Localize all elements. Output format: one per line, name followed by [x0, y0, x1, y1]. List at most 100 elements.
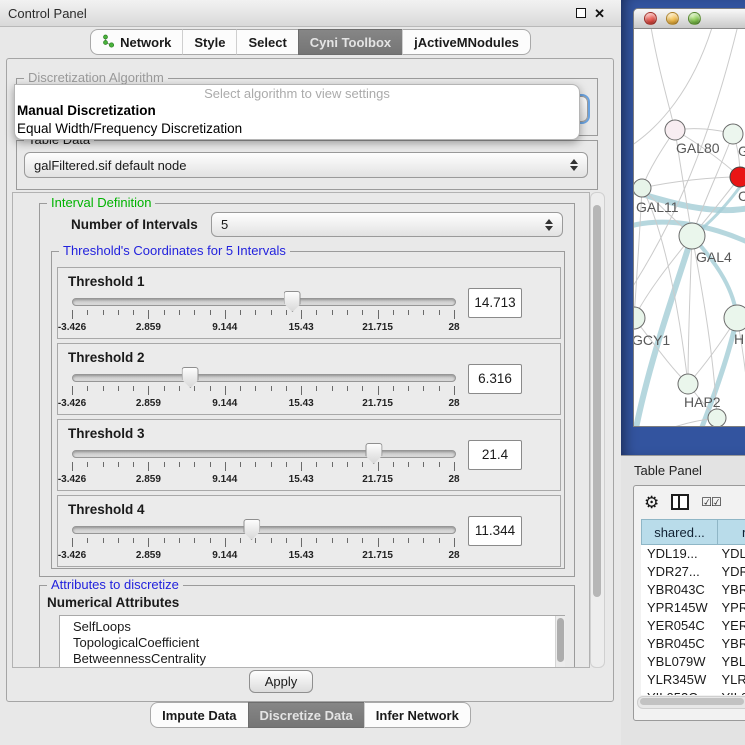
- close-icon[interactable]: ✕: [594, 7, 605, 20]
- numerical-attributes-label: Numerical Attributes: [47, 595, 179, 610]
- threshold-2-value-field[interactable]: 6.316: [468, 364, 522, 394]
- threshold-4-slider-thumb[interactable]: [243, 519, 260, 540]
- column-header-name[interactable]: na: [718, 519, 745, 545]
- panel-title: Control Panel: [0, 6, 87, 21]
- top-tab-bar: NetworkStyleSelectCyni ToolboxjActiveMNo…: [0, 29, 621, 55]
- table-panel-title: Table Panel: [634, 463, 702, 478]
- table-row[interactable]: YER054CYER0: [641, 617, 745, 635]
- network-icon: [102, 34, 115, 51]
- tab-cyni-toolbox[interactable]: Cyni Toolbox: [298, 29, 402, 55]
- threshold-3-slider-thumb[interactable]: [365, 443, 382, 464]
- threshold-1-panel: Threshold 1 -3.4262.8599.14415.4321.71528…: [57, 267, 561, 339]
- number-of-intervals-value: 5: [221, 217, 228, 232]
- network-node[interactable]: [665, 120, 685, 140]
- network-node[interactable]: [724, 305, 745, 331]
- table-row[interactable]: YBL079WYBL0: [641, 653, 745, 671]
- threshold-4-slider-scale: -3.4262.8599.14415.4321.71528: [72, 538, 454, 564]
- attribute-item-betweennesscentrality[interactable]: BetweennessCentrality: [60, 651, 564, 667]
- node-label: GA: [738, 143, 745, 159]
- threshold-2-slider-scale: -3.4262.8599.14415.4321.71528: [72, 386, 454, 412]
- threshold-2-panel: Threshold 2 -3.4262.8599.14415.4321.71528…: [57, 343, 561, 415]
- threshold-1-value-field[interactable]: 14.713: [468, 288, 522, 318]
- number-of-intervals-dropdown[interactable]: 5: [211, 212, 563, 237]
- attribute-item-selfloops[interactable]: SelfLoops: [60, 619, 564, 635]
- table-rows: YDL19...YDL1YDR27...YDR2YBR043CYBR0YPR14…: [641, 545, 745, 695]
- threshold-1-slider-track[interactable]: [72, 298, 456, 306]
- network-node[interactable]: [679, 223, 705, 249]
- table-row[interactable]: YBR045CYBR0: [641, 635, 745, 653]
- threshold-2-label: Threshold 2: [68, 350, 145, 365]
- node-label: GAL11: [636, 199, 679, 215]
- apply-button[interactable]: Apply: [249, 670, 313, 693]
- dropdown-option-manual-discretization[interactable]: Manual Discretization: [15, 102, 579, 120]
- node-label: GCY1: [634, 332, 670, 348]
- float-window-icon[interactable]: [576, 8, 586, 18]
- network-canvas[interactable]: GAL80GACGAL11GAL4GCY1HHAP2: [634, 29, 745, 426]
- table-data-value: galFiltered.sif default node: [34, 158, 186, 173]
- threshold-3-slider-scale: -3.4262.8599.14415.4321.71528: [72, 462, 454, 488]
- attributes-legend: Attributes to discretize: [47, 577, 183, 592]
- table-row[interactable]: YLR345WYLR3: [641, 671, 745, 689]
- network-node[interactable]: [634, 307, 645, 329]
- network-view-window[interactable]: GAL80GACGAL11GAL4GCY1HHAP2: [633, 8, 745, 427]
- column-header-shared[interactable]: shared...: [641, 519, 718, 545]
- tab-select[interactable]: Select: [236, 29, 297, 55]
- panel-scrollbar[interactable]: [590, 192, 605, 668]
- table-row[interactable]: YIL052CYIL0: [641, 689, 745, 695]
- threshold-3-slider-track[interactable]: [72, 450, 456, 458]
- threshold-3-label: Threshold 3: [68, 426, 145, 441]
- tab-impute-data[interactable]: Impute Data: [150, 702, 247, 728]
- dropdown-option-equal-width-frequency[interactable]: Equal Width/Frequency Discretization: [15, 120, 579, 138]
- threshold-2-slider-thumb[interactable]: [182, 367, 199, 388]
- network-node[interactable]: [708, 409, 726, 426]
- tab-style[interactable]: Style: [182, 29, 236, 55]
- table-row[interactable]: YPR145WYPR1: [641, 599, 745, 617]
- node-label: C: [738, 188, 745, 204]
- node-label: GAL4: [696, 249, 732, 265]
- screen: Control Panel ✕ NetworkStyleSelectCyni T…: [0, 0, 745, 745]
- desktop-background: GAL80GACGAL11GAL4GCY1HHAP2: [621, 0, 745, 455]
- bottom-tab-bar: Impute DataDiscretize DataInfer Network: [0, 702, 621, 728]
- scroll-viewport: Interval Definition Number of Intervals …: [12, 192, 590, 668]
- network-window-titlebar: [634, 9, 745, 29]
- interval-definition-legend: Interval Definition: [47, 195, 155, 210]
- threshold-4-slider-track[interactable]: [72, 526, 456, 534]
- network-node[interactable]: [634, 179, 651, 197]
- attributes-list-scrollbar[interactable]: [555, 616, 565, 668]
- table-horizontal-scrollbar[interactable]: [637, 696, 745, 709]
- node-label: GAL80: [676, 140, 720, 156]
- control-panel-titlebar: Control Panel ✕: [0, 0, 621, 27]
- table-row[interactable]: YDL19...YDL1: [641, 545, 745, 563]
- numerical-attributes-list[interactable]: SelfLoopsTopologicalCoefficientBetweenne…: [59, 615, 565, 668]
- columns-icon[interactable]: [671, 494, 689, 510]
- threshold-3-value-field[interactable]: 21.4: [468, 440, 522, 470]
- table-panel-body: ⚙ ☑☑ shared... na YDL19...YDL1YDR27...YD…: [633, 485, 745, 721]
- tab-network[interactable]: Network: [90, 29, 182, 55]
- table-row[interactable]: YDR27...YDR2: [641, 563, 745, 581]
- minimize-traffic-light-icon[interactable]: [666, 12, 679, 25]
- threshold-1-slider-scale: -3.4262.8599.14415.4321.71528: [72, 310, 454, 336]
- tab-jactivemnodules[interactable]: jActiveMNodules: [402, 29, 531, 55]
- network-node[interactable]: [678, 374, 698, 394]
- table-row[interactable]: YBR043CYBR0: [641, 581, 745, 599]
- select-columns-checkboxes-icon[interactable]: ☑☑: [701, 495, 721, 509]
- tab-infer-network[interactable]: Infer Network: [364, 702, 471, 728]
- dropdown-arrows-icon: [545, 219, 553, 231]
- tab-discretize-data[interactable]: Discretize Data: [248, 702, 364, 728]
- algorithm-group-legend: Discretization Algorithm: [24, 70, 168, 85]
- dropdown-arrows-icon: [570, 159, 578, 171]
- attribute-item-topologicalcoefficient[interactable]: TopologicalCoefficient: [60, 635, 564, 651]
- threshold-1-label: Threshold 1: [68, 274, 145, 289]
- dropdown-placeholder: Select algorithm to view settings: [15, 85, 579, 102]
- threshold-4-label: Threshold 4: [68, 502, 145, 517]
- threshold-1-slider-thumb[interactable]: [284, 291, 301, 312]
- threshold-4-value-field[interactable]: 11.344: [468, 516, 522, 546]
- close-traffic-light-icon[interactable]: [644, 12, 657, 25]
- network-node[interactable]: [723, 124, 743, 144]
- network-node[interactable]: [730, 167, 745, 187]
- threshold-2-slider-track[interactable]: [72, 374, 456, 382]
- gear-icon[interactable]: ⚙: [644, 494, 659, 511]
- zoom-traffic-light-icon[interactable]: [688, 12, 701, 25]
- table-panel: Table Panel ⚙ ☑☑ shared... na YDL19...YD…: [621, 455, 745, 745]
- table-data-dropdown[interactable]: galFiltered.sif default node: [24, 152, 588, 178]
